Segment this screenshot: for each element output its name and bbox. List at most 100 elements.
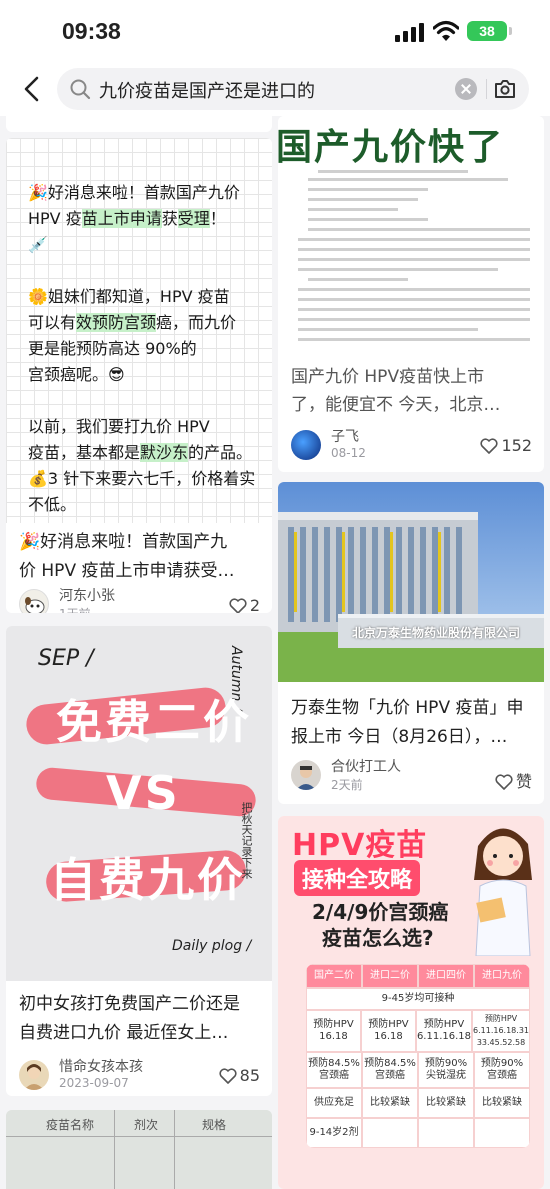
building-photo: 北京万泰生物药业股份有限公司 <box>278 482 544 682</box>
note-line: 🌼姐妹们都知道，HPV 疫苗 <box>28 287 230 306</box>
note-line: 💰3 针下来要六七千，价格着实 <box>28 469 256 488</box>
table-cell: 9-45岁均可接种 <box>306 988 530 1010</box>
author-name: 河东小张 <box>59 588 115 604</box>
result-card[interactable]: 北京万泰生物药业股份有限公司 万泰生物「九价 HPV 疫苗」申 报上市 今日（8… <box>278 482 544 804</box>
author-info[interactable]: 河东小张 1天前 <box>19 585 259 613</box>
heart-icon <box>229 598 247 613</box>
poster-image: HPV疫苗 接种全攻略 2/4/9价宫颈癌 疫苗怎么选? 国产二价 进口二价 进… <box>278 816 544 1189</box>
poster-heading-2: 接种全攻略 <box>294 860 421 896</box>
table-cell: 预防HPV 6.11.16.18.31 33.45.52.58 <box>472 1010 530 1052</box>
poster-subtitle: 2/4/9价宫颈癌 <box>312 900 449 924</box>
status-bar: 09:38 38 <box>0 0 550 62</box>
poster-subtitle-2: 疫苗怎么选? <box>322 926 434 950</box>
search-icon <box>70 79 91 100</box>
table-image: 疫苗名称 剂次 规格 <box>6 1110 272 1189</box>
note-line: 疫苗，基本都是默沙东的产品。 <box>28 443 253 462</box>
note-line: 💉 <box>28 235 48 254</box>
table-header: 剂次 <box>134 1118 159 1132</box>
sep-label: SEP / <box>38 646 94 671</box>
note-line: 以前，我们要打九价 HPV <box>28 417 210 436</box>
card-title: 🎉好消息来啦！首款国产九 <box>19 532 228 552</box>
card-title: 初中女孩打免费国产二价还是 <box>19 994 240 1014</box>
headline-vs: VS <box>106 766 181 820</box>
like-count: 2 <box>249 596 260 613</box>
table-cell: 预防90% 宫颈癌 <box>474 1052 530 1088</box>
cellular-signal-icon <box>395 22 425 42</box>
like-count: 赞 <box>515 772 532 791</box>
note-line: 更是能预防高达 90%的 <box>28 339 197 358</box>
heart-icon <box>219 1068 237 1084</box>
comparison-table: 国产二价 进口二价 进口四价 进口九价 9-45岁均可接种 预防HPV 16.1… <box>306 964 530 1148</box>
table-header: 规格 <box>202 1118 227 1132</box>
card-title: 自费进口九价 最近侄女上… <box>19 1023 229 1043</box>
result-card[interactable]: 疫苗名称 剂次 规格 <box>6 1110 272 1189</box>
result-card[interactable]: 🎉好消息来啦！首款国产九价 HPV 疫苗上市申请获受理！ 💉 🌼姐妹们都知道，H… <box>6 138 272 613</box>
avatar[interactable] <box>291 430 321 460</box>
divider <box>486 79 487 99</box>
post-date: 1天前 <box>59 605 91 613</box>
note-image: 🎉好消息来啦！首款国产九价 HPV 疫苗上市申请获受理！ 💉 🌼姐妹们都知道，H… <box>6 138 272 523</box>
table-cell: 供应充足 <box>306 1088 362 1118</box>
search-input[interactable]: 九价疫苗是国产还是进口的 <box>99 77 315 103</box>
avatar[interactable] <box>19 589 49 613</box>
card-title: 国产九价 HPV疫苗快上市 <box>291 367 485 387</box>
avatar[interactable] <box>291 760 321 790</box>
search-bar[interactable]: 九价疫苗是国产还是进口的 <box>57 68 529 110</box>
headline-free: 免费二价 <box>56 695 252 749</box>
table-cell: 预防84.5% 宫颈癌 <box>362 1052 418 1088</box>
table-header: 进口九价 <box>474 964 530 988</box>
back-arrow-icon[interactable] <box>20 74 44 104</box>
like-count: 85 <box>239 1066 260 1085</box>
wifi-icon <box>433 20 459 41</box>
table-cell: 预防HPV 16.18 <box>360 1010 416 1052</box>
card-title: 了，能便宜不 今天，北京… <box>291 395 501 415</box>
note-line: 可以有效预防宫颈癌，而九价 <box>28 313 237 332</box>
table-cell: 比较紧缺 <box>362 1088 418 1118</box>
nurse-illustration <box>474 828 532 956</box>
table-header: 进口二价 <box>362 964 418 988</box>
building-sign: 北京万泰生物药业股份有限公司 <box>352 626 521 640</box>
author-name: 惜命女孩本孩 <box>59 1059 143 1075</box>
daily-label: Daily plog / <box>172 938 252 954</box>
heart-icon <box>480 438 498 454</box>
table-cell: 预防HPV 16.18 <box>306 1010 361 1052</box>
table-header: 进口四价 <box>418 964 474 988</box>
note-line: 不低。 <box>28 495 77 514</box>
result-card[interactable]: 国产九价快了 国产九价 HPV疫苗快上市 了，能便宜不 今天，北京… 子飞 08… <box>278 116 544 472</box>
search-results-feed: 🎉好消息来啦！首款国产九价 HPV 疫苗上市申请获受理！ 💉 🌼姐妹们都知道，H… <box>0 116 550 1189</box>
table-header: 国产二价 <box>306 964 362 988</box>
post-date: 08-12 <box>331 446 366 460</box>
table-cell: 预防84.5% 宫颈癌 <box>306 1052 362 1088</box>
table-header: 疫苗名称 <box>46 1118 95 1132</box>
like-button[interactable]: 2 <box>229 596 260 613</box>
avatar[interactable] <box>19 1060 49 1090</box>
post-date: 2023-09-07 <box>59 1076 129 1090</box>
status-time: 09:38 <box>62 18 121 44</box>
table-cell: 预防HPV 6.11.16.18 <box>415 1010 473 1052</box>
table-cell: 比较紧缺 <box>474 1088 530 1118</box>
card-title: 价 HPV 疫苗上市申请获受… <box>19 561 235 581</box>
battery-indicator: 38 <box>467 21 512 41</box>
heart-icon <box>495 774 513 790</box>
result-card[interactable] <box>6 116 272 132</box>
poster-heading: HPV疫苗 <box>292 828 428 863</box>
table-cell: 比较紧缺 <box>418 1088 474 1118</box>
card-title: 报上市 今日（8月26日），… <box>291 727 508 747</box>
cover-image: SEP / Autumn / 免费二价 VS 自费九价 把秋天记录下来 Dail… <box>6 626 272 981</box>
author-name: 子飞 <box>331 429 359 445</box>
post-date: 2天前 <box>331 778 363 792</box>
result-card[interactable]: HPV疫苗 接种全攻略 2/4/9价宫颈癌 疫苗怎么选? 国产二价 进口二价 进… <box>278 816 544 1189</box>
note-line: 宫颈癌呢。😎 <box>28 365 125 384</box>
table-cell: 9-14岁2剂 <box>306 1118 362 1148</box>
table-cell: 预防90% 尖锐湿疣 <box>418 1052 474 1088</box>
like-button[interactable]: 赞 <box>495 768 532 792</box>
search-header: 九价疫苗是国产还是进口的 <box>0 62 550 116</box>
card-title: 万泰生物「九价 HPV 疫苗」申 <box>291 698 524 718</box>
like-button[interactable]: 152 <box>480 436 532 455</box>
note-line: HPV 疫苗上市申请获受理！ <box>28 209 226 228</box>
headline-paid: 自费九价 <box>50 853 246 907</box>
camera-icon[interactable] <box>493 78 517 100</box>
result-card[interactable]: SEP / Autumn / 免费二价 VS 自费九价 把秋天记录下来 Dail… <box>6 626 272 1096</box>
like-button[interactable]: 85 <box>219 1066 260 1085</box>
clear-icon[interactable] <box>455 78 477 100</box>
